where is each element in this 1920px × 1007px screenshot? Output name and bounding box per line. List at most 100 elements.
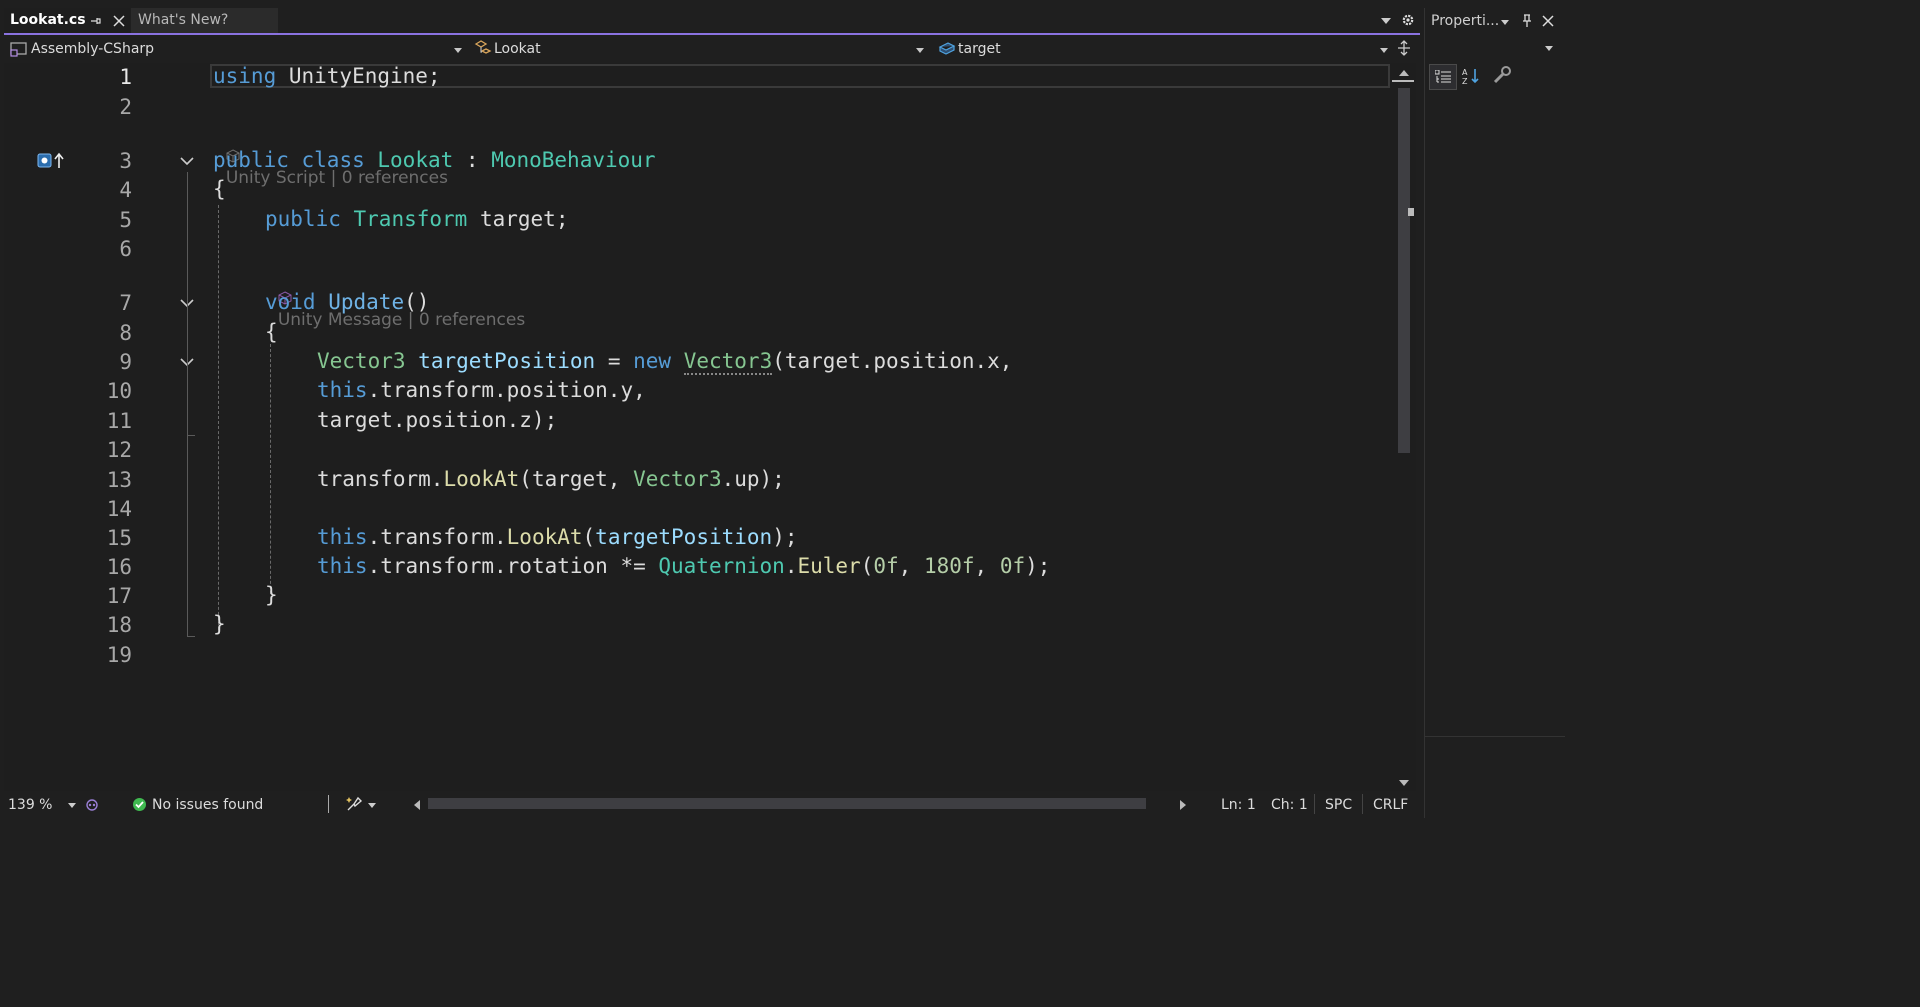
code-line-13: transform.LookAt(target, Vector3.up); bbox=[317, 467, 785, 491]
property-pages-wrench-icon[interactable] bbox=[1493, 66, 1513, 84]
line-number: 11 bbox=[106, 409, 132, 433]
line-number: 1 bbox=[119, 65, 132, 89]
scroll-down-arrow-icon[interactable] bbox=[1399, 780, 1409, 786]
categorized-view-button[interactable] bbox=[1429, 64, 1457, 90]
chevron-down-icon bbox=[1545, 46, 1553, 51]
code-line-8: { bbox=[265, 320, 278, 344]
code-line-10: this.transform.position.y, bbox=[317, 378, 646, 402]
line-number: 6 bbox=[119, 237, 132, 261]
line-number: 19 bbox=[106, 643, 132, 667]
member-dropdown[interactable]: target bbox=[936, 39, 1388, 59]
code-line-9: Vector3 targetPosition = new Vector3(tar… bbox=[317, 349, 1013, 375]
object-selector-dropdown[interactable] bbox=[1425, 36, 1565, 60]
indent-guide bbox=[270, 344, 271, 594]
csharp-project-icon bbox=[10, 41, 28, 57]
tab-label: Lookat.cs bbox=[10, 12, 86, 28]
copilot-icon[interactable] bbox=[84, 797, 100, 813]
line-number: 2 bbox=[119, 95, 132, 119]
project-dropdown[interactable]: Assembly-CSharp bbox=[8, 39, 466, 59]
collapse-chevron-icon[interactable] bbox=[180, 154, 194, 168]
chevron-down-icon bbox=[1380, 48, 1388, 53]
whitespace-indicator[interactable]: SPC bbox=[1325, 796, 1352, 814]
status-divider bbox=[1362, 794, 1363, 814]
code-line-17: } bbox=[265, 583, 278, 607]
status-divider bbox=[1314, 794, 1315, 814]
line-number: 15 bbox=[106, 526, 132, 550]
navigation-bar: Assembly-CSharp Lookat target bbox=[4, 36, 1418, 60]
scroll-right-arrow-icon[interactable] bbox=[1180, 800, 1186, 810]
tab-overflow-chevron-down-icon[interactable] bbox=[1381, 18, 1391, 24]
code-line-16: this.transform.rotation *= Quaternion.Eu… bbox=[317, 554, 1051, 578]
code-line-5: public Transform target; bbox=[265, 207, 569, 231]
class-dropdown-label: Lookat bbox=[494, 41, 541, 57]
indent-guide bbox=[218, 205, 219, 630]
scroll-position-marker bbox=[1392, 80, 1414, 82]
scroll-map-marker bbox=[1408, 208, 1414, 216]
pin-icon[interactable] bbox=[1521, 14, 1533, 28]
code-line-11: target.position.z); bbox=[317, 408, 558, 432]
panel-menu-chevron-down-icon[interactable] bbox=[1501, 20, 1509, 25]
active-tab-accent-line bbox=[4, 33, 1420, 35]
char-indicator[interactable]: Ch: 1 bbox=[1271, 796, 1308, 814]
outlining-line bbox=[187, 435, 195, 436]
code-line-1: using UnityEngine; bbox=[213, 64, 441, 88]
close-icon[interactable] bbox=[113, 15, 125, 27]
code-line-7: void Update() bbox=[265, 290, 430, 314]
line-number: 14 bbox=[106, 497, 132, 521]
line-ending-indicator[interactable]: CRLF bbox=[1373, 796, 1408, 814]
tab-label: What's New? bbox=[138, 12, 229, 28]
line-number: 12 bbox=[106, 438, 132, 462]
class-dropdown[interactable]: Lookat bbox=[472, 39, 930, 59]
line-number: 4 bbox=[119, 178, 132, 202]
line-number: 13 bbox=[106, 468, 132, 492]
chevron-down-icon bbox=[454, 48, 462, 53]
project-dropdown-label: Assembly-CSharp bbox=[31, 41, 155, 57]
code-cleanup-brush-icon[interactable] bbox=[346, 796, 364, 812]
line-number: 8 bbox=[119, 321, 132, 345]
line-number: 7 bbox=[119, 291, 132, 315]
line-number: 16 bbox=[106, 555, 132, 579]
categorized-icon bbox=[1435, 70, 1451, 84]
pin-icon[interactable] bbox=[90, 15, 102, 27]
member-dropdown-label: target bbox=[958, 41, 1001, 57]
line-indicator[interactable]: Ln: 1 bbox=[1221, 796, 1256, 814]
tab-strip: Lookat.cs What's New? bbox=[0, 0, 1420, 34]
line-number: 3 bbox=[119, 149, 132, 173]
check-circle-icon bbox=[132, 797, 147, 812]
line-number: 9 bbox=[119, 350, 132, 374]
issues-status[interactable]: No issues found bbox=[152, 796, 263, 814]
chevron-down-icon[interactable] bbox=[368, 803, 376, 808]
zoom-level[interactable]: 139 % bbox=[8, 796, 52, 814]
zoom-chevron-down-icon[interactable] bbox=[68, 803, 76, 808]
status-divider bbox=[328, 795, 329, 813]
scroll-up-arrow-icon[interactable] bbox=[1399, 70, 1409, 76]
panel-title: Properti... bbox=[1431, 13, 1500, 29]
outlining-line bbox=[187, 172, 188, 637]
line-number: 18 bbox=[106, 613, 132, 637]
class-icon bbox=[474, 40, 494, 58]
code-line-18: } bbox=[213, 612, 226, 636]
close-icon[interactable] bbox=[1542, 15, 1554, 27]
panel-divider bbox=[1425, 736, 1565, 737]
svg-text:Z: Z bbox=[1462, 77, 1468, 85]
tab-whats-new[interactable]: What's New? bbox=[131, 8, 278, 33]
split-window-icon[interactable] bbox=[1397, 40, 1411, 56]
tab-lookat-cs[interactable]: Lookat.cs bbox=[4, 8, 130, 33]
code-line-3: public class Lookat : MonoBehaviour bbox=[213, 148, 656, 172]
alphabetical-sort-icon[interactable]: AZ bbox=[1462, 67, 1482, 85]
vertical-scroll-thumb[interactable] bbox=[1398, 88, 1410, 453]
editor-status-bar: 139 % No issues found Ln: 1 Ch: 1 SPC CR… bbox=[4, 792, 1416, 818]
scroll-left-arrow-icon[interactable] bbox=[414, 800, 420, 810]
gear-icon[interactable] bbox=[1401, 13, 1415, 27]
code-line-15: this.transform.LookAt(targetPosition); bbox=[317, 525, 798, 549]
field-icon bbox=[938, 41, 956, 57]
horizontal-scroll-thumb[interactable] bbox=[428, 798, 1146, 809]
line-number: 10 bbox=[106, 379, 132, 403]
svg-text:A: A bbox=[1462, 68, 1468, 77]
line-number: 5 bbox=[119, 208, 132, 232]
line-number: 17 bbox=[106, 584, 132, 608]
outlining-line bbox=[187, 636, 195, 637]
chevron-down-icon bbox=[916, 48, 924, 53]
properties-panel: Properti... AZ bbox=[1424, 8, 1565, 818]
code-line-4: { bbox=[213, 177, 226, 201]
